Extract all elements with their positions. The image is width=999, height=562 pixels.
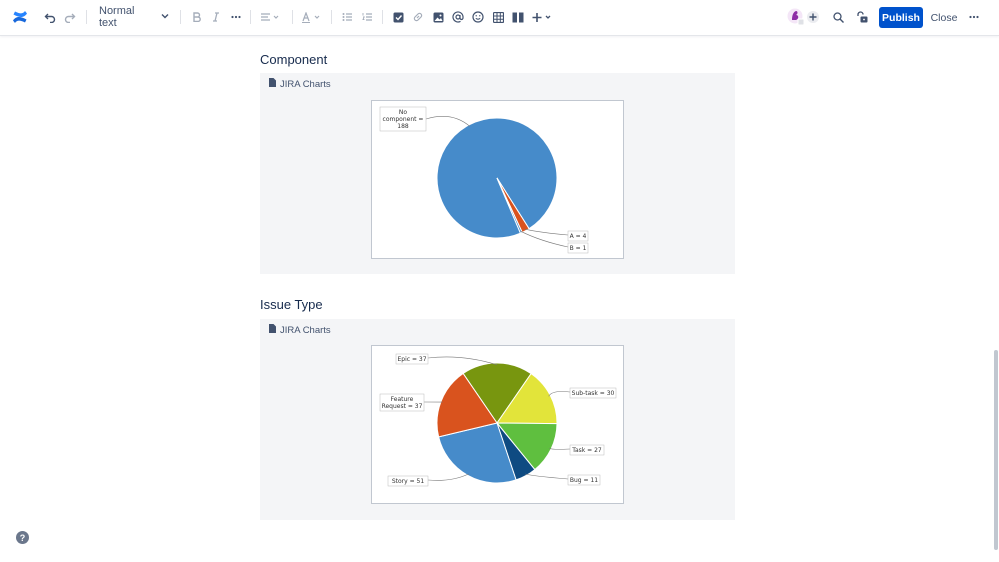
text-style-dropdown[interactable]: Normal text <box>99 5 169 29</box>
chart-frame: Epic = 37 Sub-task = 30 Task = 27 Bug = 11 S… <box>371 345 624 504</box>
section-heading: Issue Type <box>260 297 323 312</box>
link-icon[interactable] <box>411 7 425 27</box>
pie-leader-line <box>427 473 469 481</box>
italic-icon[interactable] <box>209 7 223 27</box>
insert-more-icon[interactable] <box>531 7 553 27</box>
numbered-list-icon[interactable] <box>360 7 374 27</box>
publish-button[interactable]: Publish <box>879 7 923 28</box>
pie-slice-label: Task = 27 <box>571 447 602 454</box>
more-formatting-icon[interactable] <box>229 7 243 27</box>
pie-leader-line <box>524 228 569 236</box>
redo-icon[interactable] <box>62 7 78 27</box>
close-button[interactable]: Close <box>929 7 959 28</box>
toolbar-divider <box>292 10 293 24</box>
mention-icon[interactable] <box>451 7 465 27</box>
pie-slice-label: A = 4 <box>570 233 587 240</box>
pie-slice-label: Story = 51 <box>392 478 425 485</box>
search-icon[interactable] <box>831 7 845 27</box>
jira-charts-macro[interactable]: JIRA Charts Epic = 37 Sub-task = 30 Task =… <box>260 319 735 520</box>
alignment-icon[interactable] <box>259 7 281 27</box>
pie-leader-line <box>520 230 569 248</box>
bullet-list-icon[interactable] <box>340 7 354 27</box>
more-options-icon[interactable] <box>967 7 981 27</box>
text-style-label: Normal text <box>99 5 135 29</box>
editor-toolbar: Normal text Publish Close <box>0 0 999 36</box>
macro-title: JIRA Charts <box>269 324 331 336</box>
pie-slice-label: Epic = 37 <box>397 356 426 363</box>
text-color-icon[interactable] <box>300 7 322 27</box>
macro-title-label: JIRA Charts <box>280 324 331 336</box>
jira-charts-macro[interactable]: JIRA Charts No component = 188 A = 4B = 1 <box>260 73 735 274</box>
pie-slice-label: Bug = 11 <box>570 477 598 484</box>
document-icon <box>269 78 276 90</box>
toolbar-divider <box>382 10 383 24</box>
pie-slice-label: B = 1 <box>570 245 587 252</box>
avatar[interactable] <box>786 7 806 27</box>
invite-plus-icon[interactable] <box>805 7 821 27</box>
restrictions-lock-icon[interactable] <box>855 7 869 27</box>
macro-title: JIRA Charts <box>269 78 331 90</box>
component-pie-chart: No component = 188A = 4B = 1 <box>379 106 589 254</box>
chart-frame: No component = 188 A = 4B = 1 <box>371 100 624 259</box>
help-icon[interactable]: ? <box>16 531 29 544</box>
toolbar-divider <box>331 10 332 24</box>
action-item-icon[interactable] <box>391 7 405 27</box>
macro-title-label: JIRA Charts <box>280 78 331 90</box>
document-icon <box>269 324 276 336</box>
emoji-icon[interactable] <box>471 7 485 27</box>
layouts-icon[interactable] <box>511 7 525 27</box>
table-icon[interactable] <box>491 7 505 27</box>
toolbar-divider <box>250 10 251 24</box>
confluence-logo-icon[interactable] <box>11 7 29 27</box>
issue-type-pie-chart: Epic = 37 Sub-task = 30 Task = 27 Bug = 11 S… <box>379 353 617 487</box>
pie-leader-line <box>425 115 471 127</box>
image-icon[interactable] <box>431 7 445 27</box>
undo-icon[interactable] <box>42 7 58 27</box>
toolbar-divider <box>86 10 87 24</box>
bold-icon[interactable] <box>189 7 203 27</box>
chevron-down-icon <box>161 11 169 23</box>
pie-leader-line <box>524 473 569 480</box>
toolbar-divider <box>180 10 181 24</box>
section-heading: Component <box>260 52 328 67</box>
pie-leader-line <box>549 448 571 450</box>
pie-leader-line <box>548 391 571 397</box>
pie-slice-label: Sub-task = 30 <box>572 390 615 397</box>
scrollbar[interactable] <box>994 350 998 550</box>
